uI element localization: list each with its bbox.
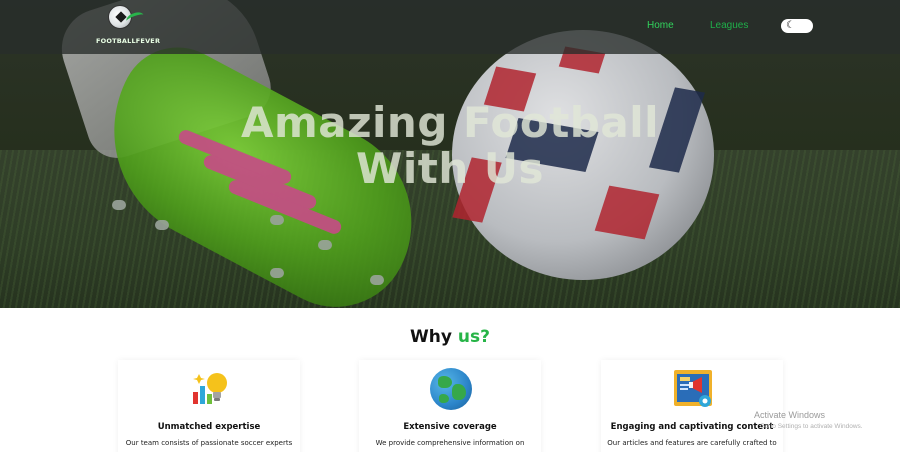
activate-windows-subtitle: Go to Settings to activate Windows.	[760, 423, 863, 430]
boot-stud	[112, 200, 126, 210]
feature-card-coverage: Extensive coverage We provide comprehens…	[359, 360, 541, 452]
logo-text: FOOTBALLFEVER	[96, 37, 161, 45]
why-us-section: Why us? Unmatched expertise Our team con…	[0, 308, 900, 452]
feature-card-expertise: Unmatched expertise Our team consists of…	[118, 360, 300, 452]
nav-link-leagues[interactable]: Leagues	[710, 20, 748, 31]
feature-card-title: Extensive coverage	[403, 422, 497, 432]
boot-stud	[155, 220, 169, 230]
feature-card-text: Our team consists of passionate soccer e…	[125, 439, 293, 447]
hero-title-line1: Amazing Football	[240, 98, 659, 147]
globe-land	[452, 384, 466, 400]
feature-card-title: Engaging and captivating content	[610, 422, 774, 432]
feature-card-title: Unmatched expertise	[157, 422, 261, 432]
boot-stud	[318, 240, 332, 250]
why-us-heading: Why us?	[0, 327, 900, 347]
boot-stud	[270, 268, 284, 278]
ball-patch	[594, 185, 660, 240]
lightbulb-chart-icon	[189, 368, 231, 410]
nav-link-home[interactable]: Home	[647, 20, 674, 31]
feature-card-content: Engaging and captivating content Our art…	[601, 360, 783, 452]
site-logo[interactable]: FOOTBALLFEVER	[96, 5, 160, 49]
boot-stud	[370, 275, 384, 285]
feature-card-text: We provide comprehensive information on	[375, 439, 525, 447]
hero-title: Amazing Football With Us	[0, 100, 900, 192]
hero-title-line2: With Us	[356, 144, 544, 193]
globe-land	[439, 394, 449, 403]
activate-windows-title: Activate Windows	[754, 410, 826, 420]
boot-stud	[270, 215, 284, 225]
globe-land	[438, 376, 452, 388]
why-us-heading-main: Why	[410, 327, 452, 347]
feature-card-text: Our articles and features are carefully …	[607, 439, 777, 447]
top-navbar: FOOTBALLFEVER Home Leagues ☾	[0, 0, 900, 54]
theme-toggle[interactable]: ☾	[781, 19, 813, 33]
moon-icon: ☾	[786, 20, 795, 31]
why-us-heading-accent: us?	[457, 327, 490, 347]
globe-icon	[430, 368, 472, 410]
dashboard-megaphone-icon	[672, 368, 714, 410]
